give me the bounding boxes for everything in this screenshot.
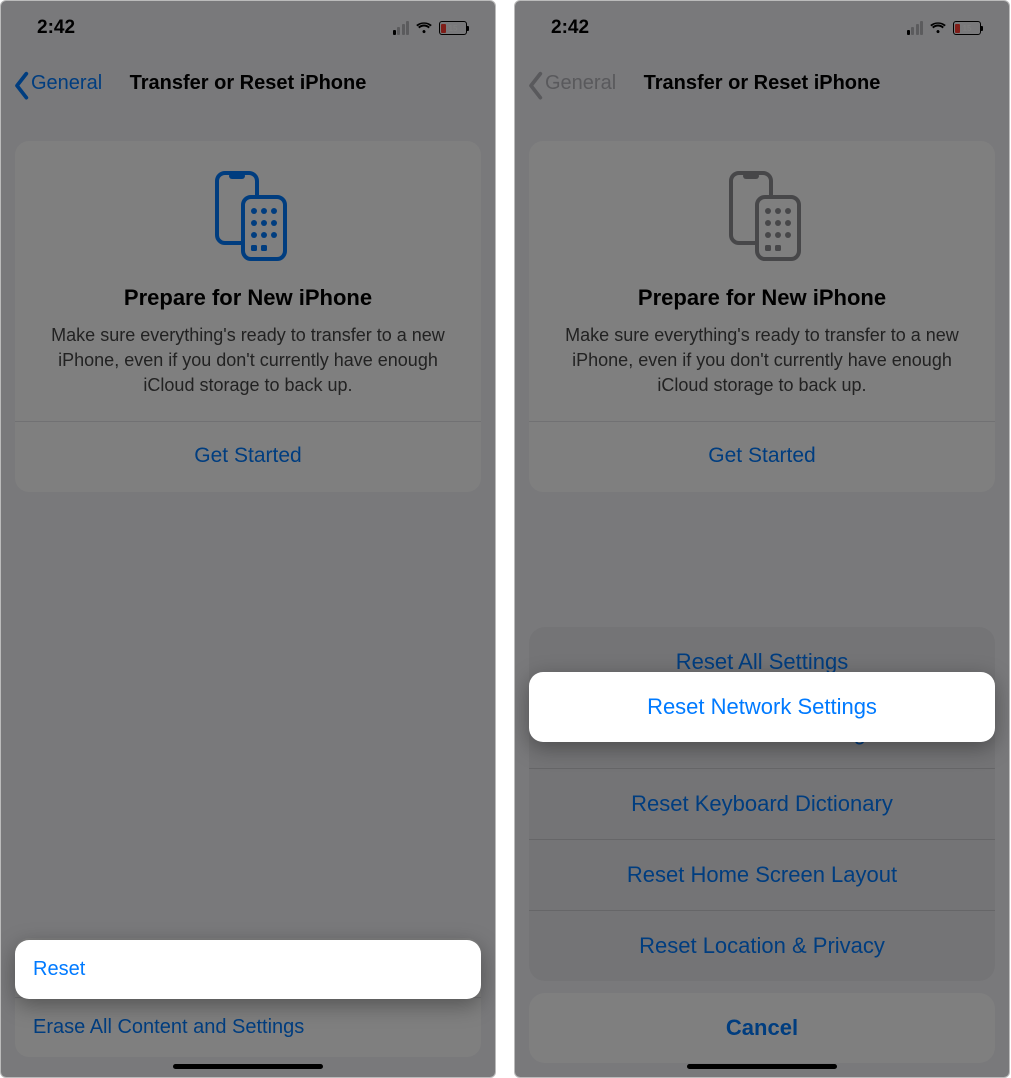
content-area: Prepare for New iPhone Make sure everyth… (1, 111, 495, 1077)
get-started-button[interactable]: Get Started (35, 438, 461, 476)
screenshot-right: 2:42 15 General Transfer or Reset iPhone (514, 0, 1010, 1078)
divider (15, 421, 481, 422)
wifi-icon (415, 21, 433, 35)
status-time: 2:42 (37, 17, 75, 39)
reset-location-privacy-button[interactable]: Reset Location & Privacy (529, 910, 995, 981)
status-indicators: 15 (393, 21, 468, 35)
back-button[interactable]: General (527, 71, 616, 95)
battery-icon: 15 (953, 21, 981, 35)
reset-network-settings-highlight[interactable]: Reset Network Settings (529, 672, 995, 742)
back-button[interactable]: General (13, 71, 102, 95)
erase-all-button[interactable]: Erase All Content and Settings (15, 997, 481, 1057)
divider (529, 421, 995, 422)
status-bar: 2:42 15 (515, 1, 1009, 55)
back-label: General (545, 72, 616, 95)
screenshot-left: 2:42 15 General Transfer or Reset iPhone (0, 0, 496, 1078)
reset-keyboard-dictionary-button[interactable]: Reset Keyboard Dictionary (529, 768, 995, 839)
prepare-card: Prepare for New iPhone Make sure everyth… (15, 141, 481, 492)
status-time: 2:42 (551, 17, 589, 39)
phones-icon (549, 167, 975, 267)
get-started-button[interactable]: Get Started (549, 438, 975, 476)
wifi-icon (929, 21, 947, 35)
back-label: General (31, 72, 102, 95)
status-indicators: 15 (907, 21, 982, 35)
prepare-desc: Make sure everything's ready to transfer… (35, 323, 461, 399)
prepare-desc: Make sure everything's ready to transfer… (549, 323, 975, 399)
prepare-card: Prepare for New iPhone Make sure everyth… (529, 141, 995, 492)
home-indicator[interactable] (173, 1064, 323, 1069)
battery-icon: 15 (439, 21, 467, 35)
prepare-title: Prepare for New iPhone (549, 285, 975, 311)
home-indicator[interactable] (687, 1064, 837, 1069)
chevron-left-icon (527, 71, 543, 95)
nav-bar: General Transfer or Reset iPhone (515, 55, 1009, 111)
reset-button-highlight[interactable]: Reset (15, 940, 481, 999)
reset-home-screen-layout-button[interactable]: Reset Home Screen Layout (529, 839, 995, 910)
status-bar: 2:42 15 (1, 1, 495, 55)
cancel-button[interactable]: Cancel (529, 993, 995, 1063)
phones-icon (35, 167, 461, 267)
nav-bar: General Transfer or Reset iPhone (1, 55, 495, 111)
cellular-signal-icon (393, 21, 410, 35)
cellular-signal-icon (907, 21, 924, 35)
prepare-title: Prepare for New iPhone (35, 285, 461, 311)
chevron-left-icon (13, 71, 29, 95)
